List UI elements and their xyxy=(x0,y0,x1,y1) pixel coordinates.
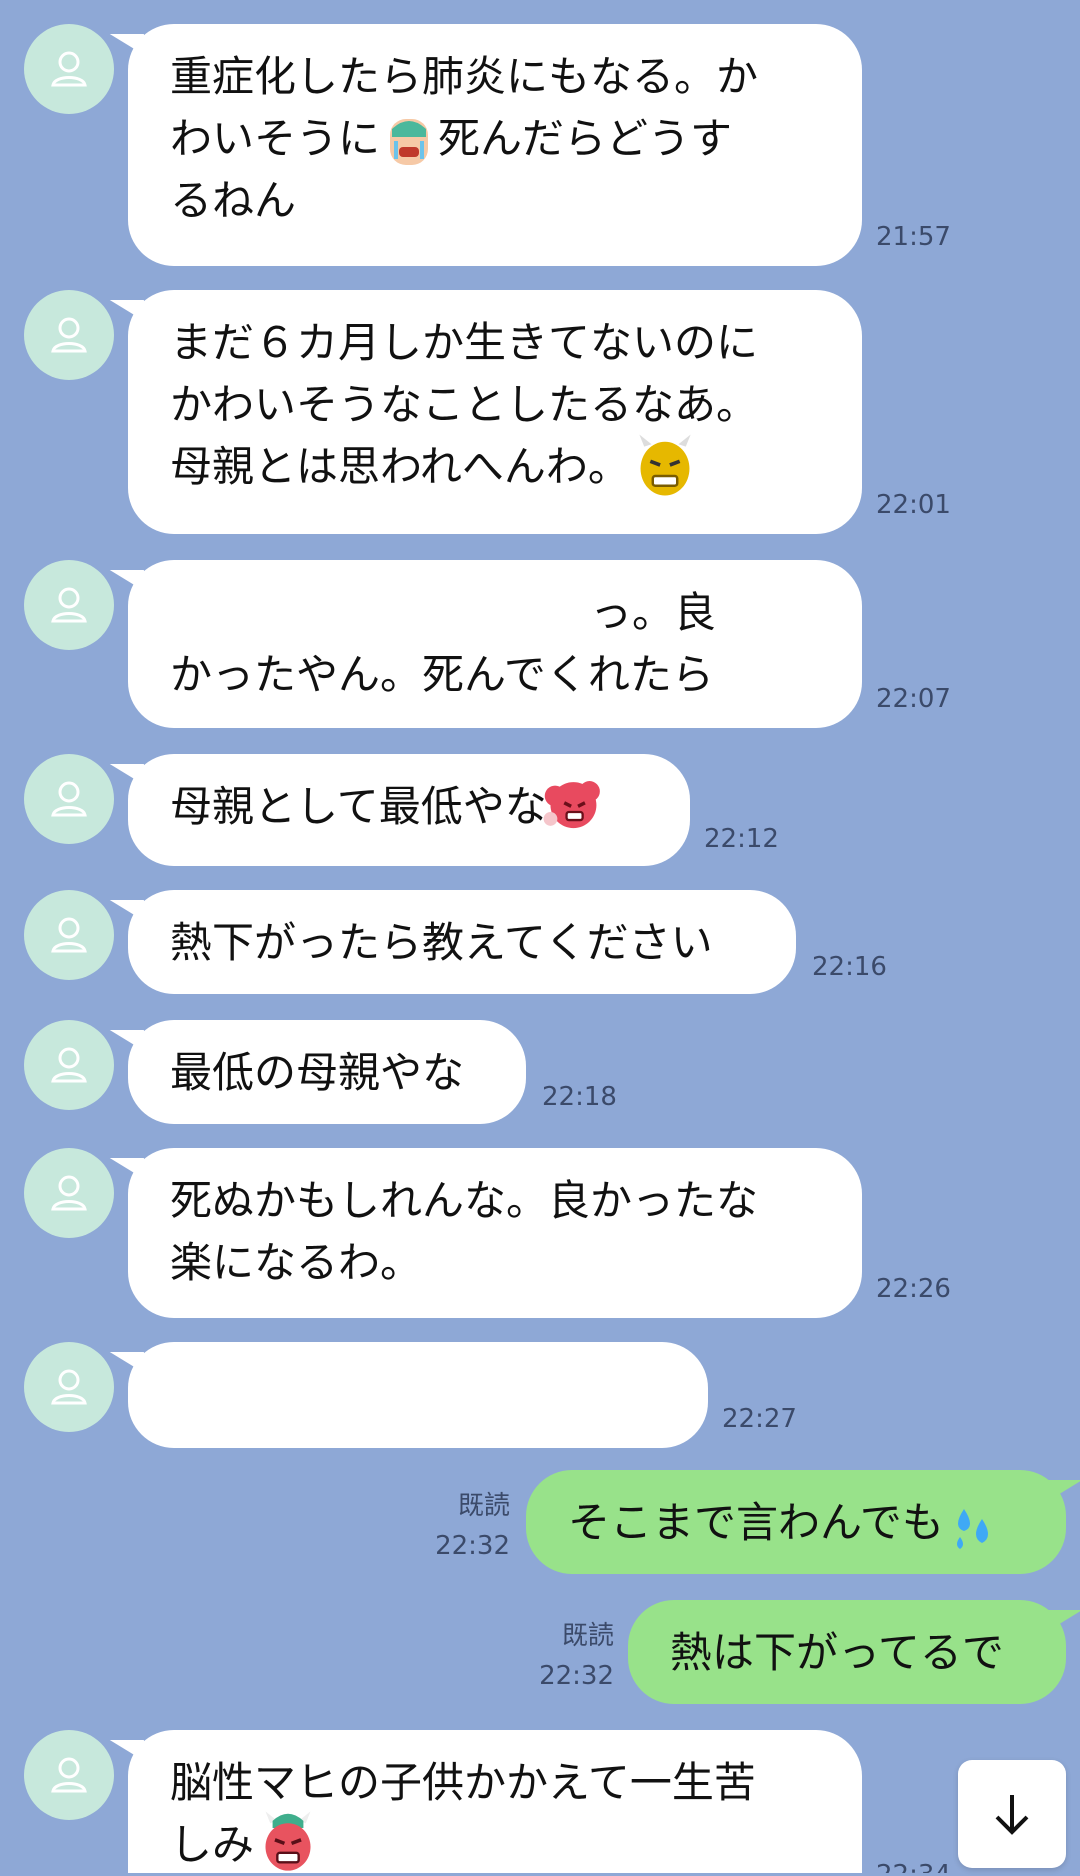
arrow-down-icon xyxy=(995,1795,1029,1835)
avatar[interactable] xyxy=(24,24,114,114)
message-bubble[interactable]: そこまで言わんでも xyxy=(526,1470,1066,1574)
avatar[interactable] xyxy=(24,1148,114,1238)
timestamp: 22:34 xyxy=(876,1860,951,1873)
read-receipt: 既読 22:32 xyxy=(420,1488,510,1564)
red-oni-icon xyxy=(265,1810,311,1871)
timestamp: 22:16 xyxy=(812,952,887,982)
message-bubble[interactable]: 重症化したら肺炎にもなる。か わいそうに 死んだらどうす るねん xyxy=(128,24,862,266)
timestamp: 22:32 xyxy=(539,1661,614,1691)
message-text: 母親として最低やな xyxy=(170,782,547,831)
timestamp: 22:07 xyxy=(876,684,951,714)
message-text: っ。良 かったやん。死んでくれたら xyxy=(170,588,717,699)
angry-face-icon xyxy=(543,780,600,828)
timestamp: 22:26 xyxy=(876,1274,951,1304)
message-text: 熱は下がってるで xyxy=(670,1628,1004,1677)
timestamp: 22:01 xyxy=(876,490,951,520)
default-user-icon xyxy=(51,781,87,817)
sweat-drops-icon xyxy=(956,1508,988,1549)
default-user-icon xyxy=(51,587,87,623)
timestamp: 22:18 xyxy=(542,1082,617,1112)
message-bubble[interactable] xyxy=(128,1342,708,1448)
message-text: そこまで言わんでも xyxy=(568,1498,944,1547)
timestamp: 22:32 xyxy=(435,1531,510,1561)
avatar[interactable] xyxy=(24,1020,114,1110)
message-bubble[interactable]: 脳性マヒの子供かかえて一生苦 しみ xyxy=(128,1730,862,1873)
message-bubble[interactable]: 最低の母親やな xyxy=(128,1020,526,1124)
crying-face-icon xyxy=(390,118,429,165)
default-user-icon xyxy=(51,51,87,87)
message-bubble[interactable]: まだ６カ月しか生きてないのに かわいそうなことしたるなあ。 母親とは思われへんわ… xyxy=(128,290,862,534)
message-bubble[interactable]: っ。良 かったやん。死んでくれたら xyxy=(128,560,862,728)
default-user-icon xyxy=(51,1175,87,1211)
scroll-to-bottom-button[interactable] xyxy=(958,1760,1066,1868)
default-user-icon xyxy=(51,1047,87,1083)
read-label: 既読 xyxy=(561,1621,614,1651)
message-text: 熱下がったら教えてください xyxy=(170,918,713,967)
timestamp: 21:57 xyxy=(876,222,951,252)
timestamp: 22:27 xyxy=(722,1404,797,1434)
message-text: 最低の母親やな xyxy=(170,1048,465,1097)
oni-mask-icon xyxy=(639,433,691,496)
default-user-icon xyxy=(51,317,87,353)
read-receipt: 既読 22:32 xyxy=(524,1618,614,1694)
avatar[interactable] xyxy=(24,290,114,380)
timestamp: 22:12 xyxy=(704,824,779,854)
default-user-icon xyxy=(51,1757,87,1793)
avatar[interactable] xyxy=(24,754,114,844)
avatar[interactable] xyxy=(24,890,114,980)
message-bubble[interactable]: 熱下がったら教えてください xyxy=(128,890,796,994)
message-bubble[interactable]: 熱は下がってるで xyxy=(628,1600,1066,1704)
default-user-icon xyxy=(51,1369,87,1405)
avatar[interactable] xyxy=(24,1730,114,1820)
read-label: 既読 xyxy=(457,1491,510,1521)
message-bubble[interactable]: 死ぬかもしれんな。良かったな 楽になるわ。 xyxy=(128,1148,862,1318)
avatar[interactable] xyxy=(24,1342,114,1432)
message-bubble[interactable]: 母親として最低やな xyxy=(128,754,690,866)
avatar[interactable] xyxy=(24,560,114,650)
default-user-icon xyxy=(51,917,87,953)
message-text: 死ぬかもしれんな。良かったな 楽になるわ。 xyxy=(170,1176,759,1287)
